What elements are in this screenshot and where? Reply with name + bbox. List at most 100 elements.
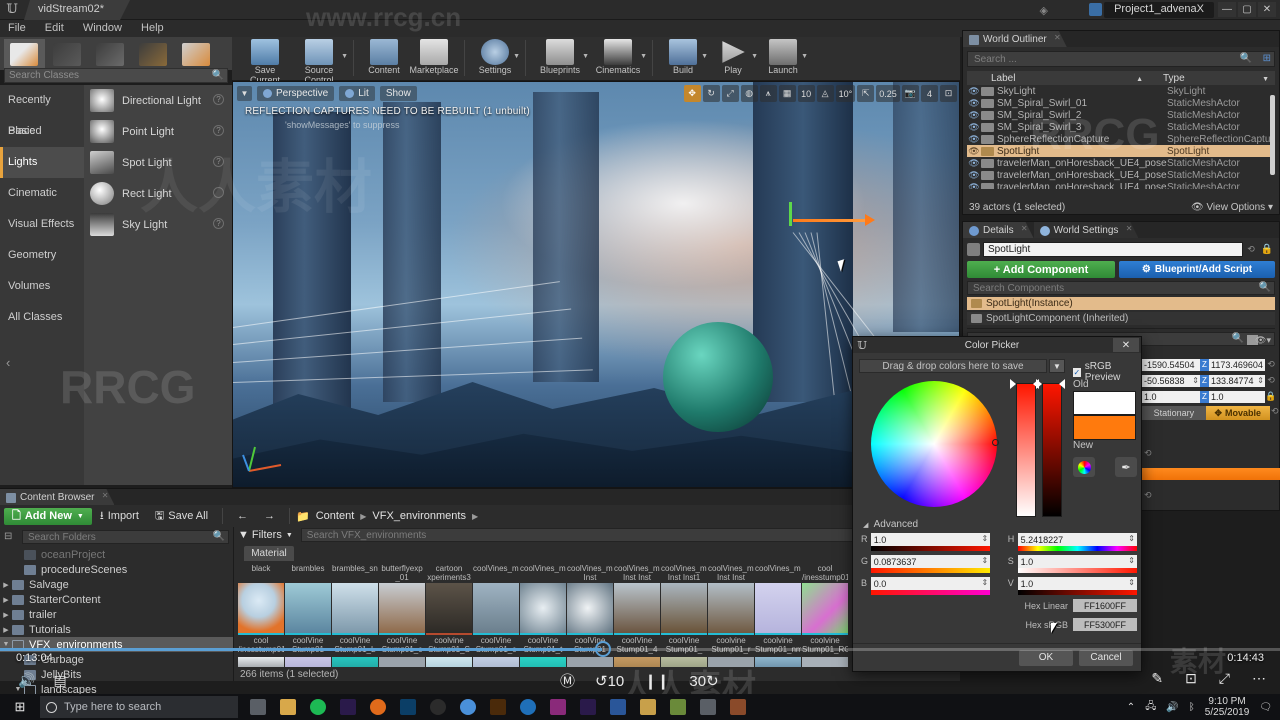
- breadcrumb-vfx-environments[interactable]: VFX_environments: [372, 510, 466, 522]
- asset-cell[interactable]: [238, 657, 284, 667]
- level-tab[interactable]: vidStream02*: [24, 0, 130, 20]
- subtitles-icon[interactable]: ▤: [53, 672, 66, 689]
- video-progress-bar[interactable]: [0, 648, 1280, 651]
- tab-world-outliner[interactable]: World Outliner ✕: [963, 31, 1067, 47]
- asset-cell[interactable]: [332, 657, 378, 667]
- table-row[interactable]: 👁 travelerMan_onHoresback_UE4_pose02 Sta…: [967, 169, 1275, 181]
- table-row[interactable]: 👁 SkyLight SkyLight: [967, 85, 1275, 97]
- visibility-eye-icon[interactable]: 👁: [967, 146, 981, 157]
- asset-cell[interactable]: [614, 657, 660, 667]
- channel-r[interactable]: 1.0 ⇕: [870, 533, 991, 551]
- view-options-icon[interactable]: 👁▾: [1255, 335, 1271, 346]
- component-row-spotlight-component[interactable]: SpotLightComponent (Inherited): [967, 312, 1275, 325]
- tree-node[interactable]: ▶ StarterContent: [0, 592, 233, 607]
- light-color-swatch[interactable]: [1140, 468, 1280, 480]
- tree-node[interactable]: ▶ Salvage: [0, 577, 233, 592]
- color-wheel[interactable]: [871, 381, 997, 507]
- channel-v[interactable]: 1.0 ⇕: [1017, 577, 1137, 595]
- table-row[interactable]: 👁 SphereReflectionCapture SphereReflecti…: [967, 133, 1275, 145]
- asset-cell[interactable]: [708, 657, 754, 667]
- pip-icon[interactable]: ⊡: [1185, 670, 1197, 687]
- asset-cell[interactable]: [520, 657, 566, 667]
- column-type[interactable]: Type ▼: [1163, 73, 1275, 84]
- video-scrubber-handle[interactable]: [595, 641, 611, 657]
- reset-icon[interactable]: ⟲: [1270, 406, 1280, 420]
- chevron-right-icon[interactable]: ▶: [0, 581, 12, 589]
- close-icon[interactable]: ✕: [1126, 224, 1133, 233]
- outliner-search-input[interactable]: Search ... 🔍 ⊞: [967, 51, 1275, 67]
- level-viewport[interactable]: ▼ Perspective Lit Show ✥ ↻ ⤢ ◍ ⩚ ▦ 10 ◬ …: [232, 81, 960, 488]
- chevron-down-icon[interactable]: ▼: [801, 53, 808, 60]
- viewport-lit-button[interactable]: Lit: [339, 85, 375, 101]
- location-x-field[interactable]: -1590.54504: [1142, 358, 1200, 371]
- asset-cell[interactable]: coolVines_master_fomnow coolvine Stump01…: [755, 563, 801, 655]
- toolbar-settings[interactable]: Settings ▼: [470, 37, 520, 81]
- reset-icon[interactable]: ⟲: [1144, 490, 1152, 501]
- app-icon[interactable]: [730, 699, 746, 715]
- paint-mode-button[interactable]: [47, 39, 88, 70]
- help-icon[interactable]: ?: [213, 156, 224, 167]
- forward-button[interactable]: →: [256, 508, 283, 525]
- spinner-icon[interactable]: ⇕: [1257, 376, 1264, 385]
- asset-cell[interactable]: black cool /inesstump01 nst: [238, 563, 284, 655]
- place-mode-button[interactable]: [4, 39, 45, 70]
- chevron-right-icon[interactable]: ▶: [0, 596, 12, 604]
- landscape-mode-button[interactable]: [90, 39, 131, 70]
- asset-cell[interactable]: butterflyexp _01 coolVine Stump01_c: [379, 563, 425, 655]
- advanced-section-toggle[interactable]: ◢ Advanced: [863, 519, 918, 530]
- pause-icon[interactable]: ❙❙: [644, 672, 669, 690]
- toolbar-save-current[interactable]: Save Current: [240, 37, 290, 85]
- alpha-slider[interactable]: [1042, 383, 1062, 517]
- pen-icon[interactable]: ✎: [1151, 670, 1163, 687]
- spinner-icon[interactable]: ⇕: [1128, 556, 1135, 565]
- folder-search-input[interactable]: Search Folders 🔍: [22, 530, 229, 544]
- asset-cell[interactable]: brambles_snow coolVine Stump01_L: [332, 563, 378, 655]
- add-new-button[interactable]: 🗋 Add New ▼: [4, 507, 92, 525]
- visibility-eye-icon[interactable]: 👁: [967, 182, 981, 190]
- tab-details[interactable]: Details ✕: [963, 222, 1034, 238]
- chevron-down-icon[interactable]: ▼: [513, 53, 520, 60]
- table-row[interactable]: 👁 SM_Spiral_Swirl_2 StaticMeshActor: [967, 109, 1275, 121]
- maximize-button[interactable]: ▢: [1238, 2, 1256, 17]
- visibility-eye-icon[interactable]: 👁: [967, 134, 981, 145]
- table-row[interactable]: 👁 travelerMan_onHoresback_UE4_pose3 Stat…: [967, 181, 1275, 189]
- toolbar-blueprints[interactable]: Blueprints ▼: [531, 37, 589, 81]
- toolbar-play[interactable]: Play ▼: [708, 37, 758, 81]
- help-icon[interactable]: ?: [213, 94, 224, 105]
- channel-s-value[interactable]: 1.0 ⇕: [1017, 555, 1137, 568]
- table-row[interactable]: 👁 SM_Spiral_Swirl_01 StaticMeshActor: [967, 97, 1275, 109]
- scale-x-field[interactable]: 1.0: [1142, 390, 1200, 403]
- toolbar-content[interactable]: Content: [359, 37, 409, 81]
- volume-icon[interactable]: 🔊: [18, 672, 35, 689]
- old-color-swatch[interactable]: [1073, 391, 1136, 415]
- reset-icon[interactable]: ⟲: [1144, 448, 1152, 459]
- chevron-down-icon[interactable]: ▼: [0, 641, 12, 648]
- chevron-down-icon[interactable]: ▼: [582, 53, 589, 60]
- visibility-eye-icon[interactable]: 👁: [967, 86, 981, 97]
- asset-cell[interactable]: [473, 657, 519, 667]
- channel-b-gradient[interactable]: [870, 590, 991, 595]
- toolbar-cinematics[interactable]: Cinematics ▼: [589, 37, 647, 81]
- ai-icon[interactable]: [490, 699, 506, 715]
- tab-world-settings[interactable]: World Settings ✕: [1034, 222, 1139, 238]
- chrome-icon[interactable]: [460, 699, 476, 715]
- asset-cell[interactable]: coolVines_master1_Inst coolVine Stump01_…: [520, 563, 566, 655]
- color-wheel-cursor[interactable]: [992, 439, 999, 446]
- eyedropper-button[interactable]: ✒: [1115, 457, 1137, 477]
- taskbar-clock[interactable]: 9:10 PM 5/25/2019: [1205, 696, 1250, 718]
- channel-g-value[interactable]: 0.0873637 ⇕: [870, 555, 991, 568]
- premiere-icon[interactable]: [340, 699, 356, 715]
- tab-content-browser[interactable]: Content Browser ✕: [0, 489, 114, 505]
- chevron-left-icon[interactable]: ‹: [6, 355, 10, 370]
- file-explorer-icon[interactable]: [280, 699, 296, 715]
- geometry-edit-mode-button[interactable]: [176, 39, 217, 70]
- ok-button[interactable]: OK: [1019, 649, 1073, 666]
- drag-drop-save-area[interactable]: Drag & drop colors here to save: [859, 359, 1047, 373]
- asset-cell[interactable]: coolVines_master1_Inst Inst Inst1 coolVi…: [661, 563, 707, 655]
- forward-icon[interactable]: 30↻: [689, 672, 718, 690]
- browser-icon[interactable]: [520, 699, 536, 715]
- add-filter-icon[interactable]: ⊞: [1263, 53, 1271, 64]
- table-row-selected[interactable]: 👁 SpotLight SpotLight: [967, 145, 1275, 157]
- visibility-eye-icon[interactable]: 👁: [967, 158, 981, 169]
- channel-b[interactable]: 0.0 ⇕: [870, 577, 991, 595]
